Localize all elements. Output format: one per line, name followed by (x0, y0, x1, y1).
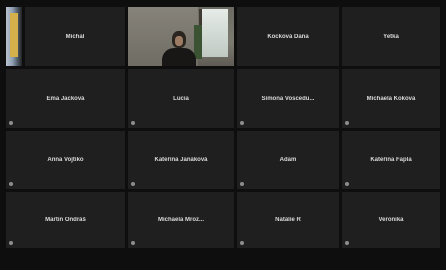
video-plant (194, 25, 202, 59)
muted-mic-icon (345, 121, 349, 125)
muted-mic-icon (240, 241, 244, 245)
participant-name: Natálie R (275, 217, 301, 223)
participant-name: Anna Vojtíko (47, 157, 84, 163)
participant-tile-video[interactable] (6, 7, 22, 66)
participant-name: Kocková Dana (267, 33, 309, 40)
participant-tile[interactable]: Anna Vojtíko (6, 131, 125, 189)
participant-tile-video[interactable] (128, 7, 234, 66)
muted-mic-icon (345, 182, 349, 186)
muted-mic-icon (345, 241, 349, 245)
participant-tile[interactable]: Michaela Kokova (342, 69, 440, 128)
participant-name: Adam (279, 157, 297, 163)
participant-tile[interactable]: Veronika (342, 192, 440, 248)
meeting-gallery-view: Michal Kocková Dana Yetka Ema Jacková Lu… (0, 0, 446, 270)
muted-mic-icon (131, 121, 135, 125)
muted-mic-icon (131, 182, 135, 186)
muted-mic-icon (9, 182, 13, 186)
participant-name: Michaela Kokova (366, 95, 416, 102)
participant-name: Michal (65, 33, 85, 40)
participant-name: Kateřina Janáková (154, 157, 208, 163)
participant-tile[interactable]: Adam (237, 131, 339, 189)
participant-tile[interactable]: Michal (25, 7, 125, 66)
participant-tile[interactable]: Michaela Mroz... (128, 192, 234, 248)
participant-tile[interactable]: Martin Ondráš (6, 192, 125, 248)
muted-mic-icon (9, 121, 13, 125)
participant-name: Veronika (378, 217, 404, 223)
video-person-face (175, 36, 183, 46)
participant-name: Yetka (383, 33, 399, 40)
participant-tile[interactable]: Ema Jacková (6, 69, 125, 128)
muted-mic-icon (131, 241, 135, 245)
video-person-body (162, 48, 196, 66)
participant-name: Kateřina Fapla (370, 157, 412, 163)
participant-name: Simona Voscedu... (261, 95, 315, 102)
participant-tile[interactable]: Yetka (342, 7, 440, 66)
video-window (199, 9, 228, 57)
participant-name: Lucia (173, 95, 189, 102)
muted-mic-icon (9, 241, 13, 245)
participant-tile[interactable]: Simona Voscedu... (237, 69, 339, 128)
participant-tile[interactable]: Natálie R (237, 192, 339, 248)
muted-mic-icon (240, 121, 244, 125)
participant-tile[interactable]: Lucia (128, 69, 234, 128)
participant-name: Ema Jacková (46, 95, 85, 102)
participant-name: Martin Ondráš (45, 217, 86, 223)
participant-name: Michaela Mroz... (157, 217, 204, 223)
participant-tile[interactable]: Kateřina Fapla (342, 131, 440, 189)
participant-tile[interactable]: Kateřina Janáková (128, 131, 234, 189)
muted-mic-icon (240, 182, 244, 186)
participant-tile[interactable]: Kocková Dana (237, 7, 339, 66)
